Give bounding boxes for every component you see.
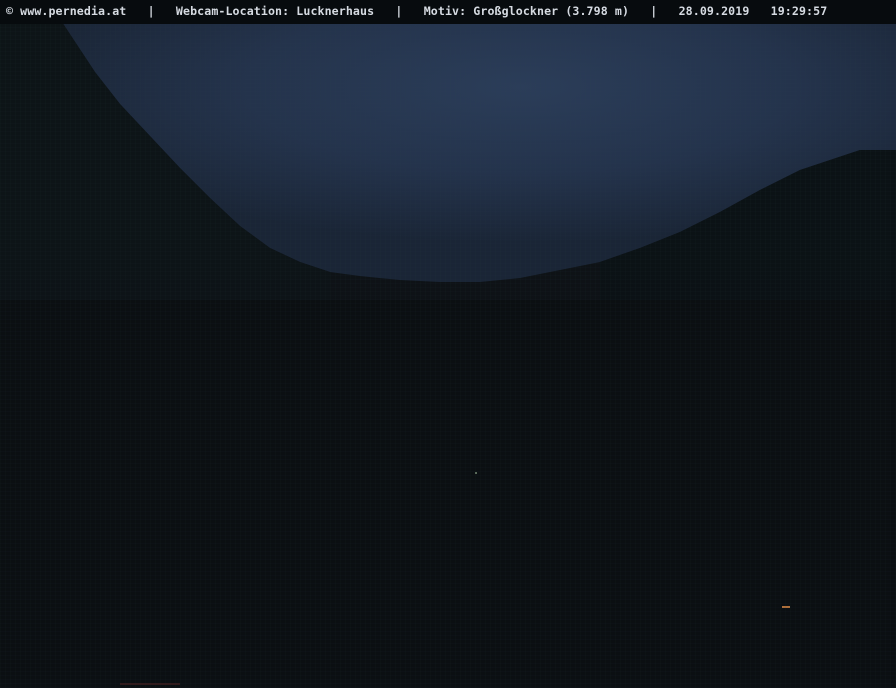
webcam-image: © www.pernedia.at | Webcam-Location: Luc…	[0, 0, 896, 688]
distant-light	[782, 606, 790, 608]
valley-foreground	[0, 300, 896, 688]
distant-light	[120, 683, 180, 685]
distant-light	[475, 472, 477, 474]
night-landscape	[0, 0, 896, 688]
webcam-caption: © www.pernedia.at | Webcam-Location: Luc…	[6, 4, 828, 18]
